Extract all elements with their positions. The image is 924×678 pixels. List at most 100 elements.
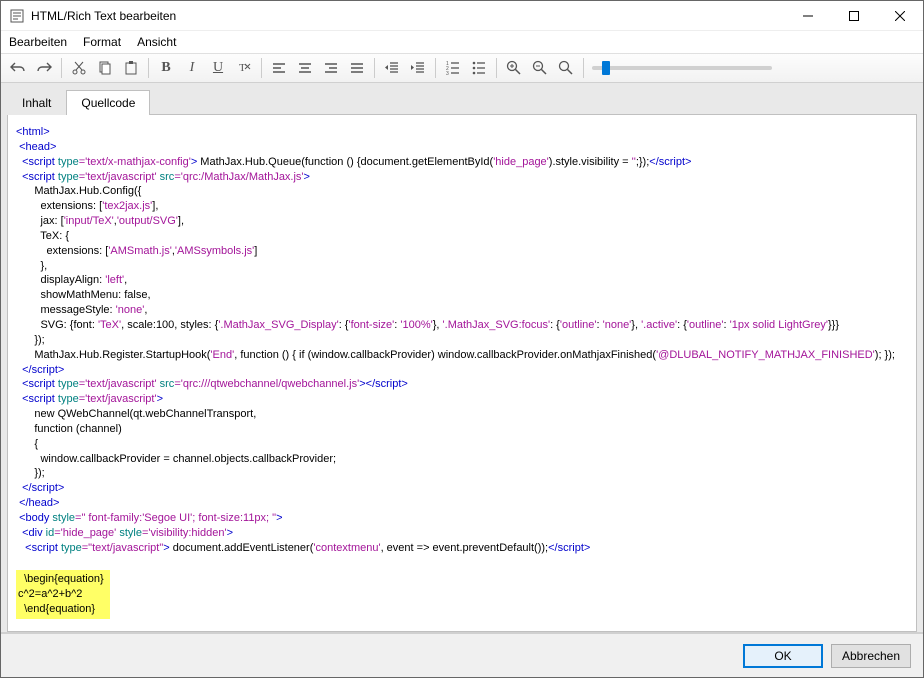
window-controls	[785, 1, 923, 30]
code-text: 'AMSsymbols.js'	[175, 245, 254, 257]
code-text: 'hide_page'	[493, 156, 549, 168]
code-text: <script	[25, 542, 58, 554]
code-text: , function () { if (window.callbackProvi…	[234, 349, 656, 361]
redo-button[interactable]	[31, 55, 57, 81]
code-text: },	[433, 319, 443, 331]
code-text: });	[16, 334, 45, 346]
code-text: });	[16, 467, 45, 479]
code-text: ],	[178, 215, 184, 227]
code-text: }}}	[828, 319, 839, 331]
separator	[148, 58, 149, 78]
code-text: =" font-family:'Segoe UI'; font-size:11p…	[75, 512, 276, 524]
code-text: </head>	[19, 497, 59, 509]
code-text: 'font-size'	[348, 319, 394, 331]
code-text: MathJax.Hub.Config({	[16, 185, 141, 197]
code-text: >	[227, 527, 233, 539]
code-text: },	[16, 260, 47, 272]
source-code-editor[interactable]: <html> <head> <script type='text/x-mathj…	[7, 114, 917, 632]
code-text: ='visibility:hidden'	[142, 527, 227, 539]
menu-format[interactable]: Format	[83, 35, 121, 49]
zoom-reset-button[interactable]	[553, 55, 579, 81]
ok-button[interactable]: OK	[743, 644, 823, 668]
code-text: type	[55, 156, 79, 168]
underline-button[interactable]: U	[205, 55, 231, 81]
bold-button[interactable]: B	[153, 55, 179, 81]
italic-button[interactable]: I	[179, 55, 205, 81]
code-text: 'left'	[105, 274, 124, 286]
align-justify-button[interactable]	[344, 55, 370, 81]
code-text: ="text/javascript"	[82, 542, 163, 554]
tabs: Inhalt Quellcode	[7, 89, 917, 114]
code-text: </script>	[22, 482, 64, 494]
zoom-in-button[interactable]	[501, 55, 527, 81]
code-text: ],	[152, 200, 158, 212]
code-text: 'End'	[210, 349, 234, 361]
code-text: '.MathJax_SVG_Display'	[218, 319, 338, 331]
code-text: src	[157, 378, 175, 390]
code-text: },	[631, 319, 641, 331]
align-center-button[interactable]	[292, 55, 318, 81]
code-text: ='qrc:///qtwebchannel/qwebchannel.js'	[174, 378, 359, 390]
code-text: ='text/javascript'	[79, 171, 157, 183]
zoom-out-button[interactable]	[527, 55, 553, 81]
code-text: 'outline'	[560, 319, 597, 331]
close-button[interactable]	[877, 1, 923, 31]
minimize-button[interactable]	[785, 1, 831, 31]
svg-text:T: T	[239, 62, 246, 74]
slider-thumb[interactable]	[602, 61, 610, 75]
code-text: 'contextmenu'	[313, 542, 380, 554]
code-text: ]	[254, 245, 257, 257]
indent-button[interactable]	[405, 55, 431, 81]
code-text: >	[157, 393, 163, 405]
copy-button[interactable]	[92, 55, 118, 81]
code-text: id	[43, 527, 55, 539]
tab-content[interactable]: Inhalt	[7, 90, 66, 115]
code-text: <script	[22, 171, 55, 183]
code-text: ='text/javascript'	[79, 378, 157, 390]
tab-source[interactable]: Quellcode	[66, 90, 150, 115]
dialog-window: HTML/Rich Text bearbeiten Bearbeiten For…	[0, 0, 924, 678]
code-text: messageStyle:	[16, 304, 116, 316]
cut-button[interactable]	[66, 55, 92, 81]
code-text: src	[157, 171, 175, 183]
align-right-button[interactable]	[318, 55, 344, 81]
code-text: '.active'	[641, 319, 677, 331]
code-text: extensions: [	[16, 245, 108, 257]
code-text: \end{equation}	[18, 603, 95, 615]
ordered-list-button[interactable]: 123	[440, 55, 466, 81]
code-text: c^2=a^2+b^2	[18, 588, 82, 600]
cancel-button[interactable]: Abbrechen	[831, 644, 911, 668]
code-text: ,	[124, 274, 127, 286]
align-left-button[interactable]	[266, 55, 292, 81]
code-text: type	[55, 378, 79, 390]
code-text: ='text/x-mathjax-config'	[79, 156, 191, 168]
code-text: ;});	[636, 156, 649, 168]
code-text: , scale:100, styles: {	[121, 319, 218, 331]
code-text: jax: [	[16, 215, 64, 227]
unordered-list-button[interactable]	[466, 55, 492, 81]
paste-button[interactable]	[118, 55, 144, 81]
menu-view[interactable]: Ansicht	[137, 35, 176, 49]
maximize-button[interactable]	[831, 1, 877, 31]
code-text: 'none'	[116, 304, 145, 316]
code-text: 'output/SVG'	[117, 215, 178, 227]
code-text: <script	[22, 378, 55, 390]
code-text: : {	[677, 319, 687, 331]
code-text: <script	[22, 156, 55, 168]
code-text: document.addEventListener(	[170, 542, 314, 554]
separator	[583, 58, 584, 78]
code-text: '.MathJax_SVG:focus'	[443, 319, 551, 331]
clear-format-button[interactable]: T	[231, 55, 257, 81]
menu-edit[interactable]: Bearbeiten	[9, 35, 67, 49]
code-text: <script	[22, 393, 55, 405]
undo-button[interactable]	[5, 55, 31, 81]
code-text: '@DLUBAL_NOTIFY_MATHJAX_FINISHED'	[656, 349, 875, 361]
code-text: 'TeX'	[98, 319, 121, 331]
code-text: showMathMenu: false,	[16, 289, 151, 301]
outdent-button[interactable]	[379, 55, 405, 81]
code-text: <body	[19, 512, 49, 524]
code-text: displayAlign:	[16, 274, 105, 286]
code-text: ); });	[875, 349, 895, 361]
code-text: MathJax.Hub.Register.StartupHook(	[16, 349, 210, 361]
zoom-slider[interactable]	[592, 66, 772, 70]
